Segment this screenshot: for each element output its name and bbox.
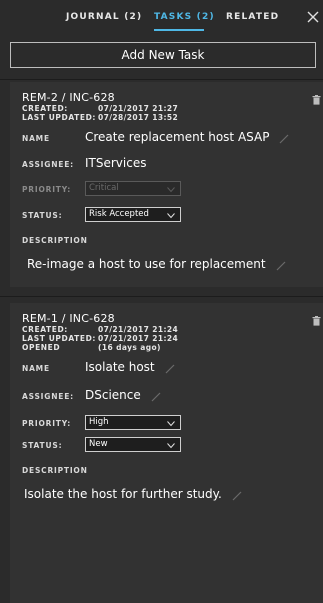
task-card: REM-1 / INC-628 CREATED: 07/21/2017 21:2… <box>10 303 323 603</box>
trash-icon[interactable] <box>312 311 321 326</box>
pencil-icon[interactable] <box>151 391 161 401</box>
created-value: 07/21/2017 21:24 <box>98 325 179 334</box>
description-label: DESCRIPTION <box>22 466 88 475</box>
tab-tasks[interactable]: TASKS (2) <box>154 12 215 22</box>
status-value: New <box>89 439 108 449</box>
task-description-text: Re-image a host to use for replacement <box>27 257 266 271</box>
last-updated-label: LAST UPDATED: <box>22 334 97 343</box>
task-description[interactable]: Re-image a host to use for replacement <box>27 257 286 271</box>
task-card: REM-2 / INC-628 CREATED: 07/21/2017 21:2… <box>10 82 323 287</box>
last-updated-value: 07/28/2017 13:52 <box>98 113 179 122</box>
status-value: Risk Accepted <box>89 209 149 219</box>
active-tab-indicator <box>154 29 204 31</box>
chevron-down-icon <box>167 419 175 427</box>
close-icon[interactable] <box>306 9 320 23</box>
opened-value: (16 days ago) <box>98 343 161 352</box>
tab-bar: JOURNAL (2) TASKS (2) RELATED <box>0 0 323 32</box>
assignee-value[interactable]: ITServices <box>85 156 146 170</box>
task-name[interactable]: Create replacement host ASAP <box>85 130 289 144</box>
priority-value: High <box>89 417 109 427</box>
last-updated-value: 07/21/2017 21:24 <box>98 334 179 343</box>
chevron-down-icon <box>167 441 175 449</box>
pencil-icon[interactable] <box>232 490 242 500</box>
name-label: NAME <box>22 134 50 143</box>
tab-journal[interactable]: JOURNAL (2) <box>66 12 142 22</box>
pencil-icon[interactable] <box>276 260 286 270</box>
last-updated-label: LAST UPDATED: <box>22 113 97 122</box>
priority-label: PRIORITY: <box>22 185 72 194</box>
trash-icon[interactable] <box>312 90 321 105</box>
chevron-down-icon <box>167 185 175 193</box>
task-name-text: Isolate host <box>85 360 155 374</box>
divider <box>0 296 323 297</box>
divider <box>0 79 323 80</box>
assignee-value[interactable]: DScience <box>85 388 161 402</box>
created-label: CREATED: <box>22 325 68 334</box>
status-label: STATUS: <box>22 211 63 220</box>
name-label: NAME <box>22 364 50 373</box>
priority-label: PRIORITY: <box>22 419 72 428</box>
opened-label: OPENED <box>22 343 61 352</box>
task-description-text: Isolate the host for further study. <box>24 487 222 501</box>
status-label: STATUS: <box>22 441 63 450</box>
description-label: DESCRIPTION <box>22 236 88 245</box>
priority-select: Critical <box>85 181 181 196</box>
task-description[interactable]: Isolate the host for further study. <box>24 487 242 501</box>
assignee-label: ASSIGNEE: <box>22 160 74 169</box>
created-label: CREATED: <box>22 104 68 113</box>
assignee-text: DScience <box>85 388 141 402</box>
pencil-icon[interactable] <box>165 363 175 373</box>
task-reference: REM-1 / INC-628 <box>22 312 115 325</box>
task-name-text: Create replacement host ASAP <box>85 130 270 144</box>
chevron-down-icon <box>167 211 175 219</box>
task-reference: REM-2 / INC-628 <box>22 91 115 104</box>
pencil-icon[interactable] <box>279 133 289 143</box>
status-select[interactable]: New <box>85 437 181 452</box>
tab-related[interactable]: RELATED <box>226 12 279 22</box>
assignee-label: ASSIGNEE: <box>22 392 74 401</box>
task-name[interactable]: Isolate host <box>85 360 175 374</box>
created-value: 07/21/2017 21:27 <box>98 104 179 113</box>
status-select[interactable]: Risk Accepted <box>85 207 181 222</box>
priority-select[interactable]: High <box>85 415 181 430</box>
add-new-task-button[interactable]: Add New Task <box>10 42 316 68</box>
priority-value: Critical <box>89 183 119 193</box>
